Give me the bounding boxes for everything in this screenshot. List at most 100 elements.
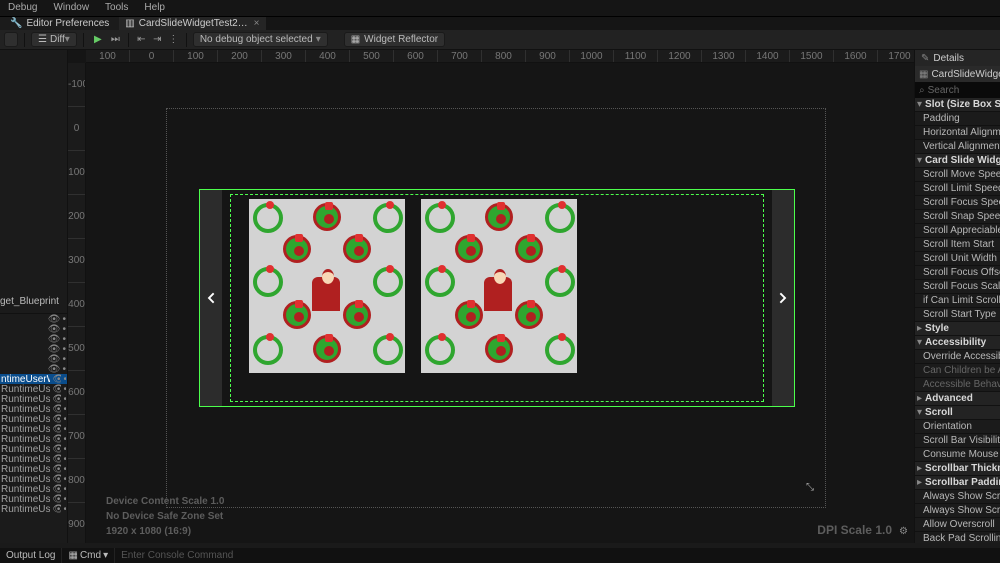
details-property-row[interactable]: Scroll Snap Speed [915, 210, 1000, 224]
hierarchy-item[interactable]: 👁• [0, 354, 67, 364]
details-search-input[interactable]: Search [915, 82, 1000, 98]
selected-widget-outline[interactable] [199, 189, 795, 407]
details-category-header[interactable]: Scrollbar Padding [915, 476, 1000, 490]
details-property-row[interactable]: Scroll Focus Scale [915, 280, 1000, 294]
details-property-row[interactable]: Scroll Move Speed [915, 168, 1000, 182]
separator [24, 33, 25, 47]
details-property-row[interactable]: Scroll Appreciable Amount [915, 224, 1000, 238]
details-property-row[interactable]: Padding [915, 112, 1000, 126]
details-property-row[interactable]: Horizontal Alignment [915, 126, 1000, 140]
menu-tools[interactable]: Tools [97, 0, 136, 16]
details-property-row[interactable]: Orientation [915, 420, 1000, 434]
details-property-row[interactable]: if Can Limit Scroll [915, 294, 1000, 308]
ornament-icon [283, 235, 311, 263]
menu-help[interactable]: Help [136, 0, 173, 16]
hierarchy-item[interactable]: RuntimeUserW👁• [0, 424, 67, 434]
wreath-icon [373, 335, 403, 365]
lock-icon[interactable]: • [63, 504, 66, 515]
menu-window[interactable]: Window [45, 0, 97, 16]
details-category-header[interactable]: Style [915, 322, 1000, 336]
details-property-row[interactable]: Accessible Behavior [915, 378, 1000, 392]
menu-debug[interactable]: Debug [0, 0, 45, 16]
details-property-row[interactable]: Scroll Bar Visibility [915, 434, 1000, 448]
card-item[interactable] [421, 199, 577, 373]
hierarchy-item[interactable]: RuntimeUserW👁• [0, 394, 67, 404]
ruler-tick: 400 [68, 283, 85, 327]
wreath-icon [425, 267, 455, 297]
details-category-header[interactable]: Scrollbar Thickness [915, 462, 1000, 476]
hierarchy-item[interactable]: 👁• [0, 324, 67, 334]
ruler-tick: 100 [68, 151, 85, 195]
play-button[interactable]: ▶ [90, 32, 106, 47]
main-menu-bar: Debug Window Tools Help [0, 0, 1000, 16]
scroll-right-button[interactable] [772, 190, 794, 406]
details-breadcrumb[interactable]: CardSlideWidgetScr [915, 66, 1000, 82]
details-panel: Details CardSlideWidgetScr Search Slot (… [914, 50, 1000, 543]
details-property-row[interactable]: Back Pad Scrolling [915, 532, 1000, 543]
step-back-icon[interactable]: ⇤ [135, 32, 148, 47]
eye-icon[interactable]: 👁 [52, 504, 61, 515]
wreath-icon [373, 203, 403, 233]
step-fwd-icon[interactable]: ⇥ [151, 32, 164, 47]
ruler-tick: 100 [86, 50, 130, 62]
hierarchy-item[interactable]: RuntimeUserW👁• [0, 404, 67, 414]
details-property-row[interactable]: Always Show Scrollbar Track [915, 504, 1000, 518]
hierarchy-item[interactable]: ntimeUserWidg👁• [0, 374, 67, 384]
details-property-row[interactable]: Scroll Item Start [915, 238, 1000, 252]
details-category-header[interactable]: Scroll [915, 406, 1000, 420]
hierarchy-item[interactable]: RuntimeUserW👁• [0, 434, 67, 444]
canvas[interactable]: ⤡ Device Content Scale 1.0 No Device Saf… [86, 63, 914, 543]
dpi-gear-icon[interactable]: ⚙ [899, 526, 908, 537]
hierarchy-item[interactable]: RuntimeUserW👁• [0, 444, 67, 454]
ruler-tick: 1500 [790, 50, 834, 62]
skip-button[interactable]: ⏭ [109, 32, 122, 47]
details-property-row[interactable]: Consume Mouse Wheel [915, 448, 1000, 462]
hierarchy-item[interactable]: RuntimeUserW👁• [0, 474, 67, 484]
hierarchy-item[interactable]: 👁• [0, 344, 67, 354]
hierarchy-item[interactable]: 👁• [0, 334, 67, 344]
details-property-row[interactable]: Always Show Scrollbar [915, 490, 1000, 504]
details-category-header[interactable]: Accessibility [915, 336, 1000, 350]
details-property-row[interactable]: Vertical Alignment [915, 140, 1000, 154]
details-property-row[interactable]: Can Children be Accessible [915, 364, 1000, 378]
hierarchy-item[interactable]: RuntimeUserW👁• [0, 464, 67, 474]
hierarchy-item[interactable]: RuntimeUserW👁• [0, 504, 67, 514]
debug-object-combo[interactable]: No debug object selected [193, 32, 328, 47]
tab-editor-preferences[interactable]: 🔧 Editor Preferences [0, 17, 119, 30]
designer-viewport[interactable]: 1000100200300400500600700800900100011001… [68, 50, 914, 543]
hierarchy-item[interactable]: RuntimeUserW👁• [0, 484, 67, 494]
hierarchy-item[interactable]: RuntimeUserW👁• [0, 494, 67, 504]
cmd-button[interactable]: ▦Cmd▾ [62, 548, 115, 563]
scrollbox-content[interactable] [230, 194, 764, 402]
output-log-button[interactable]: Output Log [0, 548, 62, 563]
console-input[interactable]: Enter Console Command [115, 550, 1000, 561]
diff-button[interactable]: ☰ Diff [31, 32, 77, 47]
hierarchy-item[interactable]: RuntimeUserW👁• [0, 384, 67, 394]
save-or-menu-button[interactable] [4, 32, 18, 47]
details-property-row[interactable]: Scroll Start Type [915, 308, 1000, 322]
details-property-row[interactable]: Scroll Focus Offset [915, 266, 1000, 280]
hierarchy-item[interactable]: 👁• [0, 364, 67, 374]
widget-reflector-button[interactable]: ▦ Widget Reflector [344, 32, 445, 47]
tab-card-slide-widget[interactable]: ▥ CardSlideWidgetTest2… × [119, 17, 265, 30]
skip-icon[interactable]: ⋮ [167, 32, 180, 47]
details-category-header[interactable]: Card Slide Widget Scroll Box [915, 154, 1000, 168]
hierarchy-item[interactable]: RuntimeUserW👁• [0, 454, 67, 464]
details-property-row[interactable]: Allow Overscroll [915, 518, 1000, 532]
details-property-row[interactable]: Scroll Unit Width [915, 252, 1000, 266]
details-property-row[interactable]: Override Accessible Defaults [915, 350, 1000, 364]
details-property-row[interactable]: Scroll Limit Speed [915, 182, 1000, 196]
close-icon[interactable]: × [254, 18, 260, 29]
ruler-tick: 700 [438, 50, 482, 62]
resize-handle-icon[interactable]: ⤡ [806, 482, 814, 493]
details-category-header[interactable]: Advanced [915, 392, 1000, 406]
document-tab-bar: 🔧 Editor Preferences ▥ CardSlideWidgetTe… [0, 16, 1000, 30]
details-tab[interactable]: Details [915, 50, 1000, 66]
hierarchy-item[interactable]: RuntimeUserW👁• [0, 414, 67, 424]
card-item[interactable] [249, 199, 405, 373]
wreath-icon [253, 267, 283, 297]
details-property-row[interactable]: Scroll Focus Speed [915, 196, 1000, 210]
details-category-header[interactable]: Slot (Size Box Slot) [915, 98, 1000, 112]
scroll-left-button[interactable] [200, 190, 222, 406]
hierarchy-item[interactable]: 👁• [0, 314, 67, 324]
